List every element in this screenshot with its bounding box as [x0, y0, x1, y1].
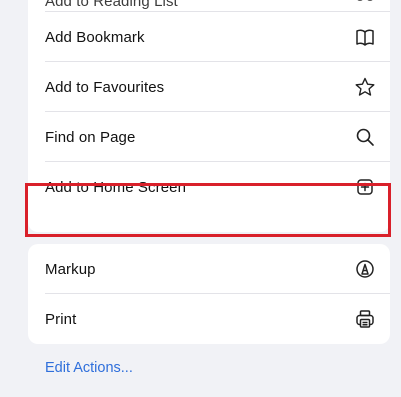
menu-item-label: Markup [45, 260, 96, 278]
glasses-icon [354, 0, 376, 10]
menu-item-label: Add to Reading List [45, 0, 178, 10]
menu-item-label: Find on Page [45, 128, 136, 146]
menu-item-print[interactable]: Print [28, 294, 390, 344]
menu-item-label: Add to Favourites [45, 78, 165, 96]
actions-group-secondary: Markup Print [28, 244, 390, 344]
menu-item-add-bookmark[interactable]: Add Bookmark [28, 12, 390, 62]
menu-item-label: Add Bookmark [45, 28, 145, 46]
book-icon [354, 26, 376, 48]
menu-item-label: Add to Home Screen [45, 178, 187, 196]
search-icon [354, 126, 376, 148]
edit-actions-link[interactable]: Edit Actions... [45, 360, 133, 376]
menu-item-markup[interactable]: Markup [28, 244, 390, 294]
menu-item-find-on-page[interactable]: Find on Page [28, 112, 390, 162]
markup-icon [354, 258, 376, 280]
plus-square-icon [354, 176, 376, 198]
actions-group-primary: Add to Reading List Add Bookmark Add to … [28, 0, 390, 232]
menu-item-add-to-favourites[interactable]: Add to Favourites [28, 62, 390, 112]
menu-item-add-to-home-screen[interactable]: Add to Home Screen [28, 162, 390, 212]
menu-item-label: Print [45, 310, 77, 328]
menu-item-add-to-reading-list[interactable]: Add to Reading List [28, 0, 390, 12]
star-icon [354, 76, 376, 98]
printer-icon [354, 308, 376, 330]
